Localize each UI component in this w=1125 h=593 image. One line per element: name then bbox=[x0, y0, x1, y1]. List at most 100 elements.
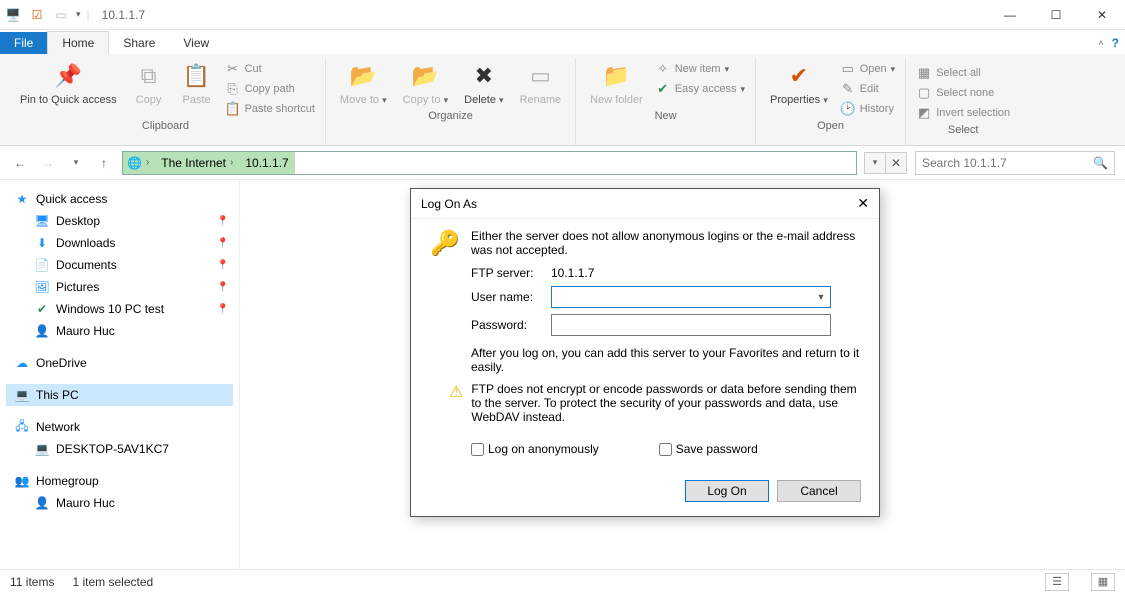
anon-checkbox[interactable]: Log on anonymously bbox=[471, 442, 599, 456]
properties-button[interactable]: ✔Properties ▾ bbox=[764, 58, 834, 108]
group-open: ✔Properties ▾ ▭Open ▾ ✎Edit 🕑History Ope… bbox=[756, 58, 906, 145]
rename-icon: ▭ bbox=[524, 60, 556, 92]
select-none-button[interactable]: ▢Select none bbox=[914, 84, 1012, 102]
maximize-button[interactable]: ☐ bbox=[1033, 0, 1079, 30]
cancel-button[interactable]: Cancel bbox=[777, 480, 861, 502]
pin-icon: 📍 bbox=[217, 238, 229, 249]
sidebar-network-item[interactable]: 💻DESKTOP-5AV1KC7 bbox=[6, 438, 233, 460]
sidebar-homegroup[interactable]: 👥Homegroup bbox=[6, 470, 233, 492]
anon-checkbox-input[interactable] bbox=[471, 443, 484, 456]
copyto-icon: 📂 bbox=[409, 60, 441, 92]
close-window-button[interactable]: ✕ bbox=[1079, 0, 1125, 30]
check-icon: ✔ bbox=[34, 301, 50, 317]
dialog-note: After you log on, you can add this serve… bbox=[471, 346, 861, 374]
large-icons-view-button[interactable]: ▦ bbox=[1091, 573, 1115, 591]
paste-shortcut-button[interactable]: 📋Paste shortcut bbox=[223, 100, 317, 118]
dialog-close-button[interactable]: ✕ bbox=[857, 195, 869, 212]
paste-button[interactable]: 📋Paste bbox=[175, 58, 219, 108]
up-button[interactable]: ↑ bbox=[94, 153, 114, 173]
history-button[interactable]: 🕑History bbox=[838, 100, 897, 118]
search-icon: 🔍 bbox=[1093, 156, 1108, 170]
open-button[interactable]: ▭Open ▾ bbox=[838, 60, 897, 78]
rename-button[interactable]: ▭Rename bbox=[514, 58, 568, 108]
sidebar-item-win10test[interactable]: ✔Windows 10 PC test📍 bbox=[6, 298, 233, 320]
window-title: 10.1.1.7 bbox=[102, 8, 145, 22]
group-organize: 📂Move to ▾ 📂Copy to ▾ ✖Delete ▾ ▭Rename … bbox=[326, 58, 576, 145]
select-all-button[interactable]: ▦Select all bbox=[914, 64, 1012, 82]
sidebar-quick-access[interactable]: ★Quick access bbox=[6, 188, 233, 210]
chevron-down-icon[interactable]: ▾ bbox=[812, 292, 830, 303]
user-icon: 👤 bbox=[34, 495, 50, 511]
selectall-icon: ▦ bbox=[916, 65, 932, 81]
tab-home[interactable]: Home bbox=[47, 31, 109, 54]
ribbon: 📌Pin to Quick access ⧉Copy 📋Paste ✂Cut ⎘… bbox=[0, 54, 1125, 146]
warning-icon: ⚠ bbox=[449, 382, 463, 424]
logon-button[interactable]: Log On bbox=[685, 480, 769, 502]
group-label: Clipboard bbox=[142, 118, 189, 136]
qat-checkbox-icon[interactable]: ☑ bbox=[28, 6, 46, 24]
breadcrumb-root[interactable]: 🌐› bbox=[123, 156, 155, 170]
minimize-button[interactable]: — bbox=[987, 0, 1033, 30]
dialog-title: Log On As bbox=[421, 197, 477, 211]
newfolder-icon: 📁 bbox=[600, 60, 632, 92]
forward-button[interactable]: → bbox=[38, 153, 58, 173]
title-bar: 🖥️ ☑ ▭ ▾ | 10.1.1.7 — ☐ ✕ bbox=[0, 0, 1125, 30]
cut-icon: ✂ bbox=[225, 61, 241, 77]
back-button[interactable]: ← bbox=[10, 153, 30, 173]
username-input[interactable] bbox=[552, 287, 812, 307]
breadcrumb-host[interactable]: 10.1.1.7 bbox=[239, 156, 294, 170]
password-label: Password: bbox=[471, 318, 551, 332]
address-dropdown-button[interactable]: ▾ bbox=[864, 152, 886, 174]
pin-icon: 📌 bbox=[52, 60, 84, 92]
sidebar-item-downloads[interactable]: ⬇Downloads📍 bbox=[6, 232, 233, 254]
help-icon[interactable]: ? bbox=[1112, 36, 1119, 50]
address-bar[interactable]: 🌐› The Internet › 10.1.1.7 bbox=[122, 151, 857, 175]
search-box[interactable]: 🔍 bbox=[915, 151, 1115, 175]
refresh-stop-button[interactable]: ✕ bbox=[885, 152, 907, 174]
sidebar-homegroup-item[interactable]: 👤Mauro Huc bbox=[6, 492, 233, 514]
edit-button[interactable]: ✎Edit bbox=[838, 80, 897, 98]
sidebar-network[interactable]: 🖧Network bbox=[6, 416, 233, 438]
moveto-icon: 📂 bbox=[347, 60, 379, 92]
invert-selection-button[interactable]: ◩Invert selection bbox=[914, 104, 1012, 122]
qat-dropdown-icon[interactable]: ▾ bbox=[76, 9, 81, 20]
breadcrumb-internet[interactable]: The Internet › bbox=[155, 156, 239, 170]
pin-icon: 📍 bbox=[217, 304, 229, 315]
group-label: New bbox=[655, 108, 677, 126]
qat-document-icon[interactable]: ▭ bbox=[52, 6, 70, 24]
desktop-icon: 🖥 bbox=[34, 213, 50, 229]
sidebar-item-desktop[interactable]: 🖥Desktop📍 bbox=[6, 210, 233, 232]
password-input[interactable] bbox=[551, 314, 831, 336]
copy-icon: ⧉ bbox=[133, 60, 165, 92]
sidebar-item-documents[interactable]: 📄Documents📍 bbox=[6, 254, 233, 276]
easy-access-button[interactable]: ✔Easy access ▾ bbox=[653, 80, 747, 98]
copy-button[interactable]: ⧉Copy bbox=[127, 58, 171, 108]
move-to-button[interactable]: 📂Move to ▾ bbox=[334, 58, 393, 108]
sidebar-this-pc[interactable]: 💻This PC bbox=[6, 384, 233, 406]
ribbon-collapse-icon[interactable]: ˄ bbox=[1098, 38, 1103, 48]
recent-dropdown[interactable]: ▾ bbox=[66, 153, 86, 173]
sidebar-item-user[interactable]: 👤Mauro Huc bbox=[6, 320, 233, 342]
history-icon: 🕑 bbox=[840, 101, 856, 117]
sidebar-item-pictures[interactable]: 🖼Pictures📍 bbox=[6, 276, 233, 298]
tab-view[interactable]: View bbox=[169, 32, 223, 54]
tab-file[interactable]: File bbox=[0, 32, 47, 54]
copy-to-button[interactable]: 📂Copy to ▾ bbox=[397, 58, 455, 108]
save-password-checkbox-input[interactable] bbox=[659, 443, 672, 456]
copy-path-button[interactable]: ⎘Copy path bbox=[223, 80, 317, 98]
pin-quick-access-button[interactable]: 📌Pin to Quick access bbox=[14, 58, 123, 108]
search-input[interactable] bbox=[922, 156, 1093, 170]
app-icon: 🖥️ bbox=[4, 6, 22, 24]
group-select: ▦Select all ▢Select none ◩Invert selecti… bbox=[906, 58, 1020, 145]
new-item-button[interactable]: ✧New item ▾ bbox=[653, 60, 747, 78]
new-folder-button[interactable]: 📁New folder bbox=[584, 58, 649, 108]
delete-button[interactable]: ✖Delete ▾ bbox=[458, 58, 509, 108]
details-view-button[interactable]: ☰ bbox=[1045, 573, 1069, 591]
cut-button[interactable]: ✂Cut bbox=[223, 60, 317, 78]
username-combo[interactable]: ▾ bbox=[551, 286, 831, 308]
sidebar-onedrive[interactable]: ☁OneDrive bbox=[6, 352, 233, 374]
tab-share[interactable]: Share bbox=[109, 32, 169, 54]
save-password-checkbox[interactable]: Save password bbox=[659, 442, 758, 456]
dialog-warning: FTP does not encrypt or encode passwords… bbox=[471, 382, 861, 424]
group-new: 📁New folder ✧New item ▾ ✔Easy access ▾ N… bbox=[576, 58, 756, 145]
